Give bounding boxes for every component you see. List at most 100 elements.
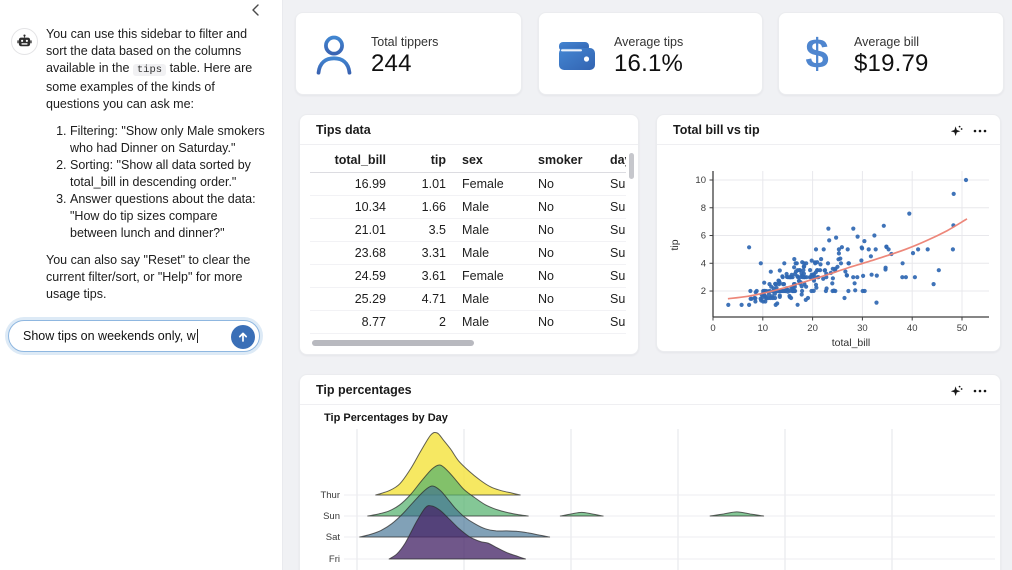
table-cell: 2 [394,310,454,333]
vertical-scrollbar-thumb[interactable] [629,153,634,179]
stat-value: $19.79 [854,50,929,78]
sidebar-collapse-button[interactable] [248,2,264,18]
svg-text:$: $ [805,31,828,77]
svg-text:8: 8 [701,203,706,214]
column-header: total_bill [310,149,394,172]
assistant-avatar [11,28,38,55]
svg-text:6: 6 [701,231,706,242]
table-cell: 3.61 [394,264,454,287]
arrow-up-icon [237,331,249,343]
column-header: day [602,149,626,172]
ellipsis-icon [973,129,987,133]
svg-text:Sat: Sat [326,532,341,543]
table-cell: 24.59 [310,264,394,287]
tips-table-container: total_billtipsexsmokerday 16.991.01Femal… [310,149,626,336]
table-cell: Male [454,241,530,264]
table-cell: No [530,310,602,333]
text-caret [197,329,198,343]
scatter-plot: 01020304050246810total_billtip [657,145,1002,352]
table-cell: 8.77 [310,310,394,333]
card-title: Tip percentages [316,383,412,397]
tips-data-card: Tips data total_billtipsexsmokerday 16.9… [299,114,639,355]
table-row: 21.013.5MaleNoSun [310,218,626,241]
assistant-sidebar: You can use this sidebar to filter and s… [0,0,283,570]
table-cell: Male [454,310,530,333]
more-options-button[interactable] [972,383,988,399]
card-title: Total bill vs tip [673,123,760,137]
table-header-row: total_billtipsexsmokerday [310,149,626,172]
chat-input[interactable]: Show tips on weekends only, w [8,320,260,352]
ridgeline-plot: ThurSunSatFriTip Percentages by Day [300,405,1002,570]
table-row: 16.991.01FemaleNoSun [310,172,626,195]
list-item: Sorting: "Show all data sorted by total_… [70,157,268,191]
column-header: smoker [530,149,602,172]
svg-text:Thur: Thur [320,490,340,501]
table-row: 8.772MaleNoSun [310,310,626,333]
table-cell: 16.99 [310,172,394,195]
table-cell: Male [454,218,530,241]
stat-card-average-tips: Average tips 16.1% [538,12,763,95]
ellipsis-icon [973,389,987,393]
stat-value: 16.1% [614,50,683,78]
stat-label: Average tips [614,35,683,49]
table-cell: No [530,195,602,218]
table-cell: Sun [602,241,626,264]
table-cell: Sun [602,172,626,195]
svg-text:10: 10 [695,175,706,186]
tip-percentages-card: Tip percentages ThurSunSatFriTip Percent… [299,374,1001,570]
tips-table-code-chip: tips [133,64,166,76]
more-options-button[interactable] [972,123,988,139]
robot-icon [16,33,33,50]
table-cell: 10.34 [310,195,394,218]
card-title: Tips data [316,123,371,137]
table-cell: Sun [602,218,626,241]
svg-text:tip: tip [669,239,681,250]
table-cell: 1.66 [394,195,454,218]
ai-sparkle-button[interactable] [948,383,964,399]
table-cell: 21.01 [310,218,394,241]
assistant-paragraph-1: You can use this sidebar to filter and s… [46,26,268,113]
table-cell: Female [454,264,530,287]
stat-card-average-bill: $ Average bill $19.79 [778,12,1004,95]
table-cell: Sun [602,195,626,218]
table-row: 10.341.66MaleNoSun [310,195,626,218]
card-header: Tip percentages [300,375,1000,405]
wallet-icon [555,31,599,79]
svg-text:Sun: Sun [323,511,340,522]
table-cell: 3.5 [394,218,454,241]
dashboard-page: { "sidebar": { "message": { "p1_before":… [0,0,1012,570]
svg-text:40: 40 [907,323,918,334]
stat-value: 244 [371,50,412,78]
tips-table: total_billtipsexsmokerday 16.991.01Femal… [310,149,626,334]
table-cell: 1.01 [394,172,454,195]
svg-text:Fri: Fri [329,554,340,565]
table-row: 25.294.71MaleNoSun [310,287,626,310]
table-row: 23.683.31MaleNoSun [310,241,626,264]
svg-text:10: 10 [758,323,769,334]
person-icon [312,31,356,79]
table-cell: No [530,287,602,310]
table-cell: No [530,241,602,264]
dollar-icon: $ [795,31,839,79]
assistant-message: You can use this sidebar to filter and s… [46,26,268,303]
column-header: tip [394,149,454,172]
svg-text:50: 50 [957,323,968,334]
stat-label: Average bill [854,35,919,49]
send-button[interactable] [231,325,255,349]
chat-input-value: Show tips on weekends only, w [23,329,196,343]
ai-sparkle-button[interactable] [948,123,964,139]
table-row: 24.593.61FemaleNoSun [310,264,626,287]
svg-text:4: 4 [701,258,706,269]
assistant-paragraph-2: You can also say "Reset" to clear the cu… [46,252,268,303]
stat-label: Total tippers [371,35,438,49]
horizontal-scrollbar-thumb[interactable] [312,340,474,346]
chevron-left-icon [248,2,264,18]
table-cell: 25.29 [310,287,394,310]
card-header: Total bill vs tip [657,115,1000,145]
table-cell: Sun [602,287,626,310]
stat-card-total-tippers: Total tippers 244 [295,12,522,95]
table-cell: Female [454,172,530,195]
svg-text:30: 30 [857,323,868,334]
card-header: Tips data [300,115,638,145]
table-cell: Sun [602,264,626,287]
